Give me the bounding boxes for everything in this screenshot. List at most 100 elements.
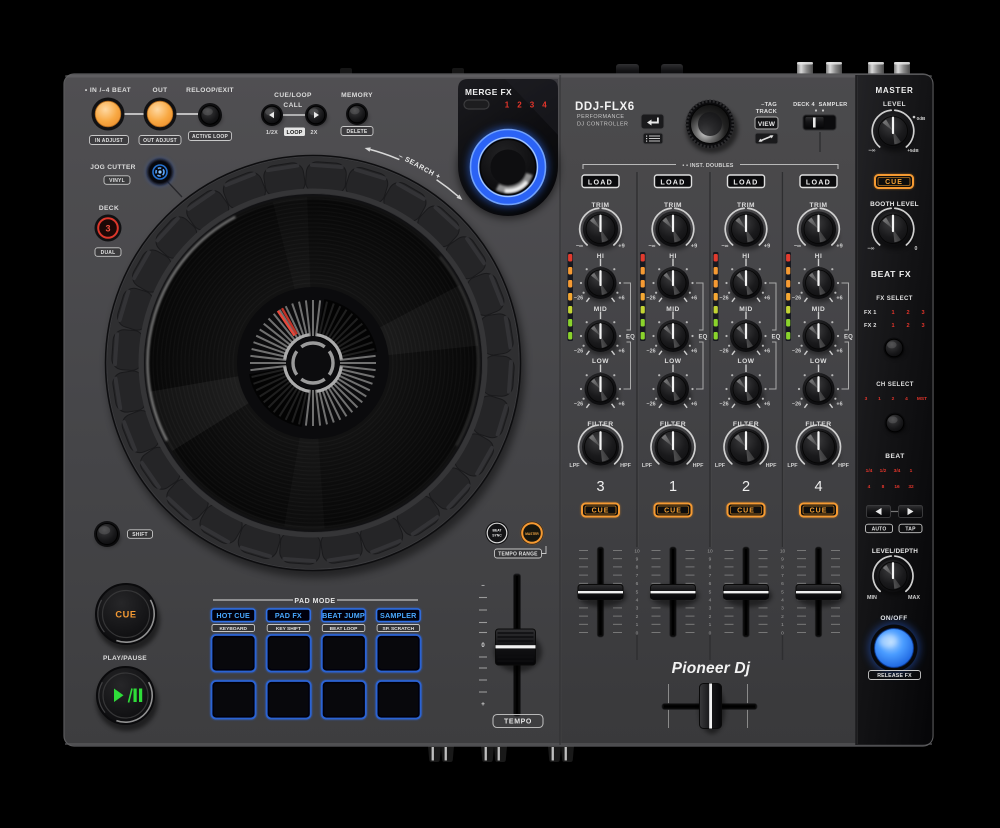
svg-text:HOT CUE: HOT CUE bbox=[216, 611, 250, 620]
svg-text:2: 2 bbox=[892, 396, 895, 402]
svg-text:LPF: LPF bbox=[787, 463, 798, 469]
svg-text:BEAT: BEAT bbox=[885, 453, 904, 460]
svg-text:16: 16 bbox=[894, 484, 900, 490]
svg-text:MASTER: MASTER bbox=[525, 532, 539, 536]
svg-text:DUAL: DUAL bbox=[101, 250, 116, 256]
svg-text:LOW: LOW bbox=[810, 358, 827, 365]
svg-text:32: 32 bbox=[908, 484, 914, 490]
svg-text:3: 3 bbox=[596, 479, 604, 495]
svg-text:5: 5 bbox=[636, 589, 639, 595]
svg-text:+6: +6 bbox=[691, 349, 697, 355]
svg-text:SAMPLER: SAMPLER bbox=[380, 611, 417, 620]
svg-text:−26: −26 bbox=[574, 296, 583, 302]
svg-text:PERFORMANCE: PERFORMANCE bbox=[577, 114, 624, 120]
svg-text:1: 1 bbox=[636, 622, 639, 628]
svg-text:LOAD: LOAD bbox=[733, 177, 758, 186]
svg-text:RELOOP/EXIT: RELOOP/EXIT bbox=[186, 87, 234, 94]
svg-text:0dB: 0dB bbox=[917, 116, 926, 121]
svg-text:3: 3 bbox=[636, 606, 639, 612]
svg-text:BEAT LOOP: BEAT LOOP bbox=[330, 626, 358, 632]
svg-text:−26: −26 bbox=[574, 349, 583, 355]
svg-text:BEAT FX: BEAT FX bbox=[871, 269, 911, 279]
svg-text:CUE: CUE bbox=[664, 507, 682, 514]
svg-text:+6: +6 bbox=[764, 349, 770, 355]
svg-text:−∞: −∞ bbox=[576, 244, 583, 250]
svg-text:SYNC: SYNC bbox=[492, 534, 502, 538]
svg-text:3: 3 bbox=[105, 224, 110, 234]
svg-text:1: 1 bbox=[878, 396, 881, 402]
svg-text:−∞: −∞ bbox=[721, 244, 728, 250]
svg-text:−26: −26 bbox=[646, 349, 655, 355]
svg-text:MASTER: MASTER bbox=[876, 86, 914, 95]
svg-text:MERGE FX: MERGE FX bbox=[465, 87, 512, 97]
svg-text:DELETE: DELETE bbox=[347, 129, 368, 135]
svg-text:7: 7 bbox=[709, 573, 712, 579]
svg-text:PLAY/PAUSE: PLAY/PAUSE bbox=[103, 655, 147, 662]
svg-text:1: 1 bbox=[669, 479, 677, 495]
svg-text:4: 4 bbox=[781, 598, 784, 604]
svg-text:0: 0 bbox=[636, 630, 639, 636]
svg-text:BEAT: BEAT bbox=[493, 529, 503, 533]
svg-text:−∞: −∞ bbox=[868, 148, 875, 154]
svg-text:HPF: HPF bbox=[766, 463, 777, 469]
svg-text:−26: −26 bbox=[719, 402, 728, 408]
svg-text:+6: +6 bbox=[691, 402, 697, 408]
svg-text:2: 2 bbox=[781, 614, 784, 620]
svg-text:DECK: DECK bbox=[99, 205, 119, 212]
svg-text:8: 8 bbox=[781, 565, 784, 571]
svg-text:CALL: CALL bbox=[283, 102, 302, 109]
svg-text:LOAD: LOAD bbox=[588, 177, 613, 186]
svg-text:1: 1 bbox=[910, 468, 913, 474]
svg-text:RELEASE FX: RELEASE FX bbox=[877, 673, 912, 679]
svg-text:6: 6 bbox=[781, 581, 784, 587]
svg-text:EQ: EQ bbox=[698, 335, 707, 341]
svg-text:2: 2 bbox=[742, 479, 750, 495]
svg-text:2: 2 bbox=[636, 614, 639, 620]
svg-text:4: 4 bbox=[636, 598, 639, 604]
svg-text:DDJ-FLX6: DDJ-FLX6 bbox=[575, 101, 635, 113]
svg-text:+9: +9 bbox=[691, 244, 697, 250]
svg-text:+6: +6 bbox=[764, 296, 770, 302]
svg-text:−26: −26 bbox=[719, 296, 728, 302]
svg-text:−26: −26 bbox=[646, 402, 655, 408]
svg-text:4: 4 bbox=[814, 479, 822, 495]
svg-text:CUE/LOOP: CUE/LOOP bbox=[274, 92, 312, 99]
svg-text:+6: +6 bbox=[836, 402, 842, 408]
svg-text:EQ: EQ bbox=[771, 335, 780, 341]
svg-text:−26: −26 bbox=[792, 296, 801, 302]
svg-text:6: 6 bbox=[636, 581, 639, 587]
svg-text:TAP: TAP bbox=[905, 526, 916, 532]
svg-text:2: 2 bbox=[906, 310, 909, 316]
svg-text:+6: +6 bbox=[764, 402, 770, 408]
svg-text:IN ADJUST: IN ADJUST bbox=[95, 138, 123, 144]
svg-text:SAMPLER: SAMPLER bbox=[819, 102, 848, 108]
svg-text:+9: +9 bbox=[836, 244, 842, 250]
svg-text:TRIM: TRIM bbox=[737, 202, 755, 209]
svg-text:LPF: LPF bbox=[569, 463, 580, 469]
svg-text:3: 3 bbox=[865, 396, 868, 402]
svg-text:HPF: HPF bbox=[838, 463, 849, 469]
svg-text:Pioneer Dj: Pioneer Dj bbox=[672, 660, 751, 677]
svg-text:9: 9 bbox=[709, 557, 712, 563]
svg-text:VINYL: VINYL bbox=[109, 178, 125, 184]
svg-text:+: + bbox=[481, 701, 485, 708]
svg-text:0: 0 bbox=[915, 246, 918, 252]
svg-text:10: 10 bbox=[707, 548, 713, 554]
svg-text:DECK 4: DECK 4 bbox=[793, 102, 815, 108]
svg-text:CUE: CUE bbox=[885, 179, 903, 186]
svg-text:1: 1 bbox=[891, 323, 894, 329]
svg-text:10: 10 bbox=[634, 548, 640, 554]
svg-text:+6: +6 bbox=[618, 349, 624, 355]
svg-text:1/4: 1/4 bbox=[866, 468, 873, 474]
svg-text:4: 4 bbox=[542, 101, 547, 110]
svg-text:9: 9 bbox=[636, 557, 639, 563]
svg-text:OUT: OUT bbox=[152, 87, 167, 94]
svg-text:CUE: CUE bbox=[592, 507, 610, 514]
svg-text:6: 6 bbox=[709, 581, 712, 587]
svg-text:+5dB: +5dB bbox=[907, 148, 919, 153]
svg-text:8: 8 bbox=[882, 484, 885, 490]
svg-text:7: 7 bbox=[781, 573, 784, 579]
svg-text:KEYBOARD: KEYBOARD bbox=[219, 626, 247, 632]
svg-text:−26: −26 bbox=[792, 402, 801, 408]
svg-text:ACTIVE LOOP: ACTIVE LOOP bbox=[192, 134, 229, 140]
